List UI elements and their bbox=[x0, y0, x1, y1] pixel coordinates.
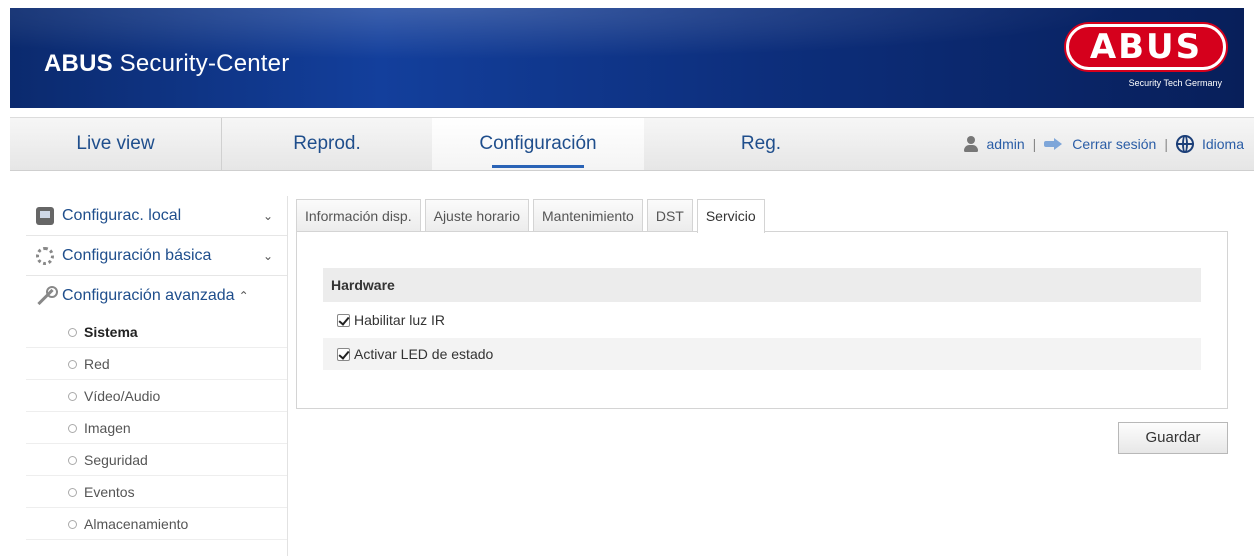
status-led-checkbox[interactable] bbox=[337, 347, 350, 361]
sidebar-group-label: Configuración básica bbox=[62, 246, 212, 264]
username-link[interactable]: admin bbox=[987, 118, 1025, 170]
app-title-rest: Security-Center bbox=[112, 50, 290, 77]
ir-light-checkbox[interactable] bbox=[337, 313, 350, 327]
app-title: ABUS Security-Center bbox=[44, 50, 289, 78]
sidebar-item-almacenamiento[interactable]: Almacenamiento bbox=[26, 508, 287, 540]
option-label: Habilitar luz IR bbox=[354, 312, 446, 328]
subtab-servicio[interactable]: Servicio bbox=[696, 199, 765, 233]
sidebar-item-red[interactable]: Red bbox=[26, 348, 287, 380]
logout-link[interactable]: Cerrar sesión bbox=[1072, 118, 1156, 170]
sidebar-item-imagen[interactable]: Imagen bbox=[26, 412, 287, 444]
app-title-brand: ABUS bbox=[44, 50, 113, 77]
subtab-informacion-disp[interactable]: Información disp. bbox=[296, 199, 421, 231]
logout-icon[interactable] bbox=[1044, 138, 1064, 150]
logo-subtitle: Security Tech Germany bbox=[1128, 78, 1222, 88]
sidebar-item-eventos[interactable]: Eventos bbox=[26, 476, 287, 508]
wrench-icon bbox=[36, 286, 58, 305]
language-link[interactable]: Idioma bbox=[1202, 118, 1244, 170]
header-banner: ABUS Security-Center ABUS Security Tech … bbox=[10, 8, 1244, 108]
abus-logo: ABUS Security Tech Germany bbox=[1062, 24, 1230, 94]
chevron-down-icon[interactable]: ⌄ bbox=[263, 249, 273, 263]
sidebar-group-advanced-config[interactable]: Configuración avanzada ⌃ bbox=[26, 276, 287, 316]
main-nav: Live view Reprod. Configuración Reg. adm… bbox=[10, 117, 1254, 171]
sidebar-group-basic-config[interactable]: Configuración básica ⌄ bbox=[26, 236, 287, 276]
service-panel: Hardware Habilitar luz IR Activar LED de… bbox=[296, 231, 1228, 409]
save-button[interactable]: Guardar bbox=[1118, 422, 1228, 454]
user-menu: admin | Cerrar sesión | Idioma bbox=[963, 118, 1244, 170]
gear-icon bbox=[36, 246, 54, 265]
sidebar-group-label: Configurac. local bbox=[62, 206, 182, 224]
tab-configuracion[interactable]: Configuración bbox=[432, 118, 644, 170]
subtab-mantenimiento[interactable]: Mantenimiento bbox=[533, 199, 643, 231]
logo-text: ABUS bbox=[1066, 24, 1226, 70]
config-subtabs: Información disp. Ajuste horario Manteni… bbox=[296, 199, 769, 233]
sidebar-item-video-audio[interactable]: Vídeo/Audio bbox=[26, 380, 287, 412]
option-ir-light: Habilitar luz IR bbox=[323, 304, 1201, 336]
local-config-icon bbox=[36, 206, 54, 225]
subtab-dst[interactable]: DST bbox=[646, 199, 693, 231]
sidebar: Configurac. local ⌄ Configuración básica… bbox=[26, 196, 288, 556]
sidebar-group-local-config[interactable]: Configurac. local ⌄ bbox=[26, 196, 287, 236]
chevron-down-icon[interactable]: ⌄ bbox=[263, 209, 273, 223]
sidebar-group-label: Configuración avanzada bbox=[62, 287, 235, 304]
sidebar-item-sistema[interactable]: Sistema bbox=[26, 316, 287, 348]
option-label: Activar LED de estado bbox=[354, 346, 494, 362]
tab-reg[interactable]: Reg. bbox=[644, 118, 878, 170]
separator: | bbox=[1032, 136, 1037, 152]
subtab-ajuste-horario[interactable]: Ajuste horario bbox=[424, 199, 529, 231]
section-title: Hardware bbox=[323, 268, 1201, 302]
tab-live-view[interactable]: Live view bbox=[10, 118, 222, 170]
option-status-led: Activar LED de estado bbox=[323, 338, 1201, 370]
tab-reprod[interactable]: Reprod. bbox=[222, 118, 432, 170]
chevron-up-icon[interactable]: ⌃ bbox=[239, 289, 249, 303]
sidebar-item-seguridad[interactable]: Seguridad bbox=[26, 444, 287, 476]
globe-icon[interactable] bbox=[1175, 135, 1194, 153]
user-icon bbox=[963, 136, 979, 152]
separator: | bbox=[1164, 136, 1168, 152]
